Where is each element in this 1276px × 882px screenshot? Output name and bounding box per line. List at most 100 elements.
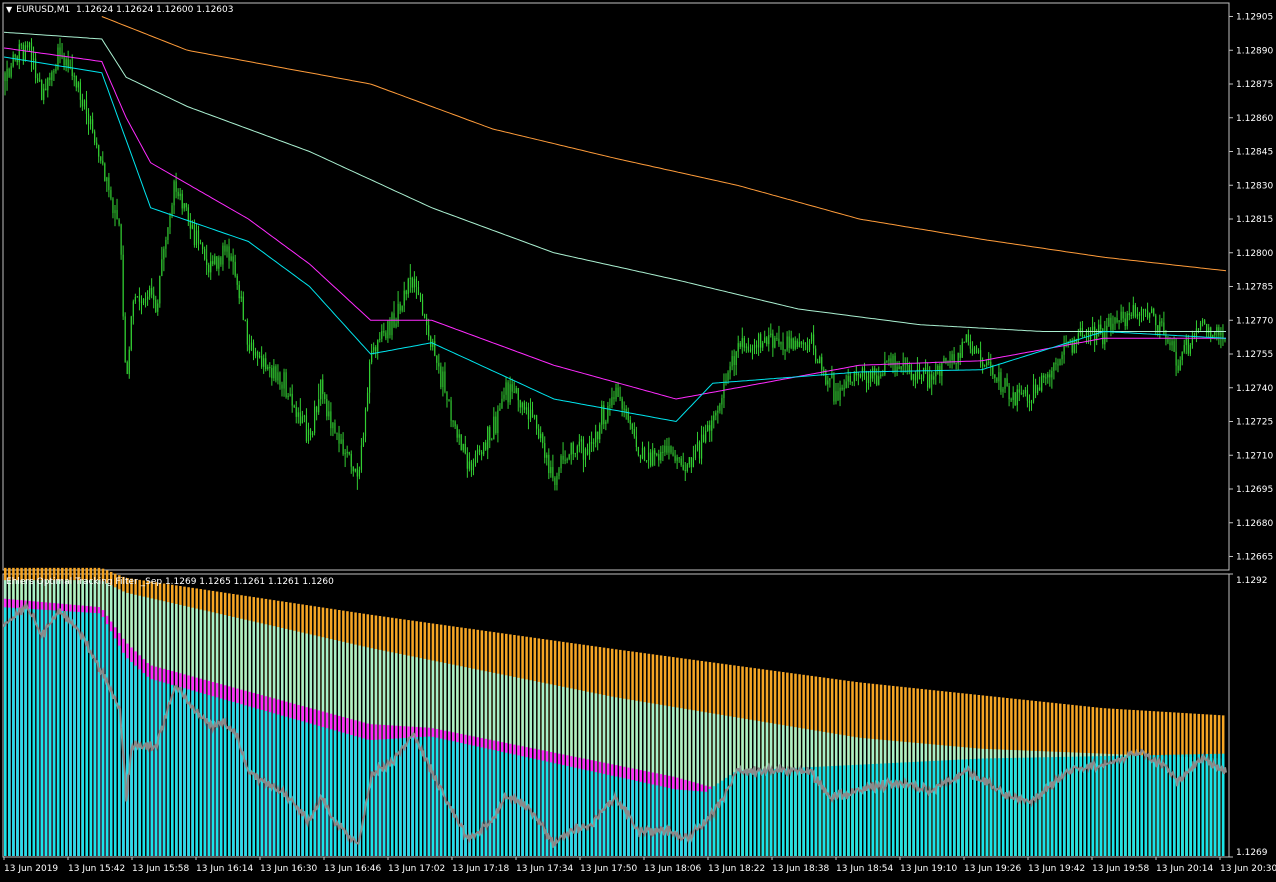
candle-body (208, 264, 210, 273)
candle-body (963, 342, 965, 344)
candle-body (197, 230, 200, 244)
candle-body (340, 439, 342, 444)
time-tick-label: 13 Jun 15:58 (132, 864, 189, 874)
candle-body (98, 145, 100, 157)
hist-bar-cyan (280, 715, 284, 856)
candle-body (920, 377, 923, 380)
candle-body (250, 342, 253, 351)
candle-body (37, 78, 39, 82)
candlesticks (4, 37, 1226, 491)
candle-body (438, 362, 440, 367)
candle-body (841, 387, 843, 390)
candle-body (1195, 328, 1198, 338)
price-tick-label: 1.12755 (1236, 350, 1273, 360)
candle-body (845, 381, 847, 388)
candle-body (381, 331, 383, 339)
candle-body (935, 370, 937, 377)
hist-bar-cyan (745, 770, 748, 856)
hist-bar-cyan (89, 612, 93, 856)
candle-body (401, 305, 403, 311)
hist-bar-cyan (977, 758, 981, 856)
symbol-label: EURUSD,M1 (16, 5, 71, 15)
candle-body (436, 355, 438, 363)
candle-body (827, 380, 829, 385)
candle-body (1177, 365, 1179, 371)
candle-body (1051, 370, 1053, 378)
candle-body (629, 420, 631, 424)
candle-body (998, 372, 1000, 382)
candle-body (53, 71, 55, 73)
candle-body (574, 453, 576, 455)
candle-body (444, 371, 446, 392)
candle-body (77, 82, 79, 88)
candle-body (454, 421, 456, 427)
hist-bar-cyan (830, 766, 834, 856)
candle-body (880, 374, 882, 377)
hist-bar-cyan (733, 772, 736, 856)
candle-body (778, 338, 780, 345)
candle-body (212, 261, 214, 264)
candle-body (511, 384, 513, 392)
candle-body (328, 411, 330, 417)
candle-body (1053, 362, 1055, 371)
hist-bar-cyan (1124, 755, 1127, 856)
hist-bar-cyan (871, 763, 875, 856)
hist-bar-cyan (773, 768, 777, 856)
hist-bar-cyan (488, 749, 492, 856)
hist-bar-cyan (252, 707, 255, 856)
hist-bar-cyan (1193, 754, 1196, 856)
candle-body (299, 412, 301, 424)
hist-bar-cyan (741, 770, 744, 856)
candle-body (882, 374, 884, 376)
candle-body (179, 193, 181, 197)
candle-body (719, 404, 721, 411)
candle-body (287, 395, 289, 398)
hist-bar-cyan (594, 772, 598, 856)
hist-bar-cyan (928, 761, 932, 856)
candle-body (122, 254, 124, 317)
candle-body (631, 423, 633, 429)
candle-body (171, 205, 173, 216)
time-tick-label: 13 Jun 20:14 (1156, 864, 1213, 874)
candle-body (165, 240, 167, 249)
candle-body (542, 433, 544, 444)
price-tick-label: 1.12680 (1236, 519, 1273, 529)
candle-body (464, 443, 466, 454)
indicator-label: Ehlers Optimal Tracking Filter _Sep 1.12… (6, 577, 334, 587)
time-tick-label: 13 Jun 16:46 (324, 864, 381, 874)
main-pane-title[interactable]: ▼ EURUSD,M1 1.12624 1.12624 1.12600 1.126… (6, 5, 233, 15)
candle-body (1208, 327, 1210, 334)
hist-bar-cyan (578, 768, 581, 856)
candle-body (641, 447, 644, 459)
hist-bar-cyan (476, 746, 480, 856)
candle-body (146, 296, 149, 300)
candle-body (91, 119, 94, 132)
candle-body (597, 431, 599, 440)
candle-body (1214, 331, 1216, 335)
hist-bar-cyan (484, 748, 488, 856)
candle-body (806, 344, 809, 351)
hist-bar-cyan (427, 736, 431, 856)
hist-bar-cyan (615, 776, 618, 856)
candle-body (334, 422, 336, 433)
hist-bar-cyan (28, 608, 31, 856)
candle-body (216, 256, 218, 269)
candle-body (1079, 327, 1081, 334)
hist-bar-cyan (1018, 757, 1021, 856)
hist-bar-cyan (118, 645, 121, 856)
candle-body (318, 399, 320, 413)
hist-bar-cyan (105, 624, 109, 856)
candle-body (688, 457, 690, 465)
candle-body (1006, 378, 1008, 386)
candle-body (743, 338, 745, 348)
dropdown-triangle-icon[interactable]: ▼ (6, 5, 12, 14)
candle-body (1026, 390, 1029, 401)
candle-body (102, 160, 104, 164)
candle-body (226, 246, 228, 252)
candle-body (572, 442, 574, 454)
candle-body (242, 296, 244, 321)
hist-bar-cyan (586, 770, 590, 856)
candle-body (1055, 362, 1057, 365)
candle-body (350, 453, 352, 467)
hist-bar-cyan (716, 783, 720, 856)
